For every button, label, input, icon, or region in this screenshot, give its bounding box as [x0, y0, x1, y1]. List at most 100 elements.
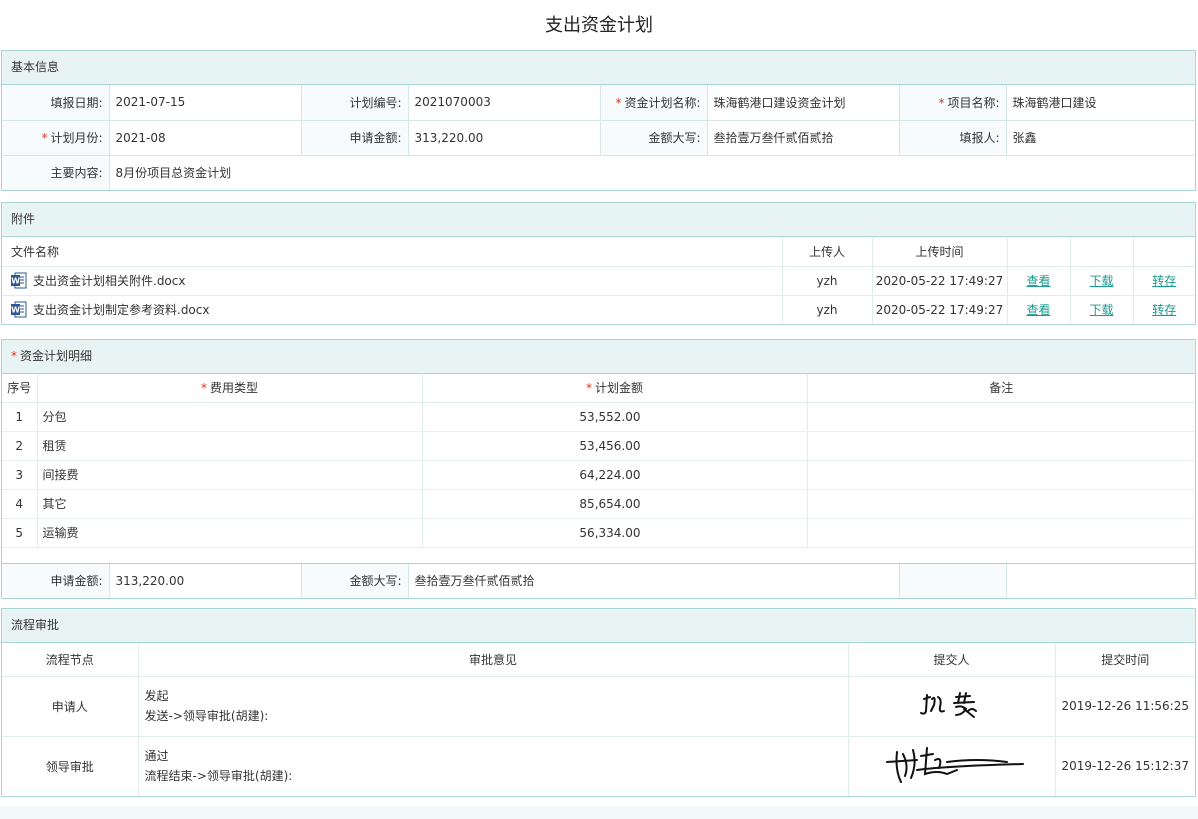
required-mark: * — [615, 95, 622, 110]
col-flow-node: 流程节点 — [2, 643, 139, 677]
flow-opinion: 通过 流程结束->领导审批(胡建): — [138, 736, 849, 796]
summary-apply-value: 313,220.00 — [109, 563, 302, 598]
fill-date-label: 填报日期: — [2, 85, 110, 121]
attachments-panel: 附件 文件名称 上传人 上传时间 W 支出资金计划相关附件.docx yzh 2… — [1, 202, 1196, 325]
attachments-table: 文件名称 上传人 上传时间 W 支出资金计划相关附件.docx yzh 2020… — [2, 237, 1195, 324]
col-view — [1007, 237, 1071, 267]
bottom-strip — [0, 806, 1198, 819]
detail-amount: 53,552.00 — [422, 402, 808, 432]
submitter-signature — [848, 676, 1056, 737]
project-name-value: 珠海鹤港口建设 — [1006, 85, 1195, 121]
transfer-link[interactable]: 转存 — [1152, 303, 1176, 317]
submit-time: 2019-12-26 11:56:25 — [1055, 676, 1195, 737]
col-fee-type: * 费用类型 — [37, 374, 423, 403]
flow-panel: 流程审批 流程节点 审批意见 提交人 提交时间 申请人 发起 发送->领导审批(… — [1, 608, 1196, 797]
apply-amount-value: 313,220.00 — [408, 120, 601, 156]
detail-panel: * 资金计划明细 序号 * 费用类型 * 计划金额 备注 1 分包 53,552.00… — [1, 339, 1196, 599]
flow-node: 申请人 — [2, 676, 139, 737]
col-submit-time: 提交时间 — [1055, 643, 1195, 677]
flow-node: 领导审批 — [2, 736, 139, 796]
detail-row: 4 其它 85,654.00 — [2, 489, 1195, 519]
detail-amount: 85,654.00 — [422, 489, 808, 519]
col-transfer — [1133, 237, 1195, 267]
summary-upper-label: 金额大写: — [301, 563, 409, 598]
detail-row: 2 租赁 53,456.00 — [2, 431, 1195, 461]
opinion-text: 发起 — [144, 689, 169, 703]
plan-name-value: 珠海鹤港口建设资金计划 — [707, 85, 900, 121]
detail-amount: 53,456.00 — [422, 431, 808, 461]
transfer-link-cell: 转存 — [1133, 266, 1195, 296]
detail-table: 序号 * 费用类型 * 计划金额 备注 1 分包 53,552.00 2 租赁 53… — [2, 374, 1195, 548]
opinion-route: 发送->领导审批(胡建): — [144, 709, 269, 723]
amount-upper-label: 金额大写: — [600, 120, 708, 156]
attachment-name: W 支出资金计划相关附件.docx — [2, 266, 783, 296]
col-seq: 序号 — [2, 374, 38, 403]
basic-info-header: 基本信息 — [2, 51, 1195, 85]
attachment-row: W 支出资金计划制定参考资料.docx yzh 2020-05-22 17:49… — [2, 295, 1195, 324]
content-label: 主要内容: — [2, 155, 110, 190]
transfer-link[interactable]: 转存 — [1152, 274, 1176, 288]
word-file-icon: W — [11, 301, 27, 318]
detail-spacer — [2, 548, 1195, 564]
filler-label: 填报人: — [899, 120, 1007, 156]
attachment-time: 2020-05-22 17:49:27 — [872, 295, 1008, 324]
detail-type: 其它 — [37, 489, 423, 519]
download-link-cell: 下载 — [1070, 295, 1134, 324]
summary-blank-label — [899, 563, 1007, 598]
attachments-header: 附件 — [2, 203, 1195, 237]
detail-type: 租赁 — [37, 431, 423, 461]
submitter-signature — [848, 736, 1056, 796]
col-plan-amount: * 计划金额 — [422, 374, 808, 403]
detail-type: 间接费 — [37, 460, 423, 490]
attachment-row: W 支出资金计划相关附件.docx yzh 2020-05-22 17:49:2… — [2, 266, 1195, 296]
detail-remark — [807, 431, 1195, 461]
summary-blank-value — [1006, 564, 1195, 598]
detail-amount: 56,334.00 — [422, 518, 808, 548]
required-mark: * — [585, 381, 592, 396]
col-download — [1070, 237, 1134, 267]
detail-amount: 64,224.00 — [422, 460, 808, 490]
attachment-uploader: yzh — [782, 295, 873, 324]
filler-value: 张鑫 — [1006, 120, 1195, 156]
detail-summary-table: 申请金额: 313,220.00 金额大写: 叁拾壹万叁仟贰佰贰拾 — [2, 563, 1195, 598]
required-mark: * — [200, 381, 207, 396]
basic-info-panel: 基本信息 填报日期: 2021-07-15 计划编号: 2021070003 *… — [1, 50, 1196, 191]
download-link[interactable]: 下载 — [1089, 274, 1113, 288]
summary-apply-label: 申请金额: — [2, 563, 110, 598]
attachment-uploader: yzh — [782, 266, 873, 296]
svg-text:W: W — [11, 305, 20, 314]
detail-seq: 1 — [2, 402, 38, 432]
page-title: 支出资金计划 — [545, 15, 653, 36]
detail-remark — [807, 402, 1195, 432]
content-value: 8月份项目总资金计划 — [115, 166, 232, 181]
project-name-label: * 项目名称: — [899, 85, 1007, 121]
flow-row: 领导审批 通过 流程结束->领导审批(胡建): 2019-12-26 15:12… — [2, 736, 1195, 796]
summary-upper-value: 叁拾壹万叁仟贰佰贰拾 — [408, 563, 900, 598]
col-uploader: 上传人 — [782, 237, 873, 267]
required-mark: * — [11, 349, 17, 363]
detail-remark — [807, 518, 1195, 548]
view-link-cell: 查看 — [1007, 295, 1071, 324]
apply-amount-label: 申请金额: — [301, 120, 409, 156]
svg-text:W: W — [11, 276, 20, 285]
opinion-route: 流程结束->领导审批(胡建): — [144, 769, 293, 784]
signature-zhangxin-image — [919, 691, 977, 718]
detail-type: 分包 — [37, 402, 423, 432]
transfer-link-cell: 转存 — [1133, 295, 1195, 324]
view-link[interactable]: 查看 — [1026, 274, 1050, 288]
plan-no-value: 2021070003 — [408, 85, 601, 121]
view-link[interactable]: 查看 — [1026, 303, 1050, 317]
col-opinion: 审批意见 — [138, 643, 849, 677]
basic-info-table: 填报日期: 2021-07-15 计划编号: 2021070003 * 资金计划名… — [2, 85, 1195, 190]
detail-seq: 4 — [2, 489, 38, 519]
col-submitter: 提交人 — [848, 643, 1056, 677]
required-mark: * — [41, 131, 48, 145]
download-link-cell: 下载 — [1070, 266, 1134, 296]
flow-table: 流程节点 审批意见 提交人 提交时间 申请人 发起 发送->领导审批(胡建): … — [2, 643, 1195, 796]
opinion-text: 通过 — [144, 749, 169, 764]
download-link[interactable]: 下载 — [1089, 303, 1113, 317]
plan-name-label: * 资金计划名称: — [600, 85, 708, 121]
detail-row: 1 分包 53,552.00 — [2, 402, 1195, 432]
detail-seq: 5 — [2, 518, 38, 548]
detail-remark — [807, 460, 1195, 490]
